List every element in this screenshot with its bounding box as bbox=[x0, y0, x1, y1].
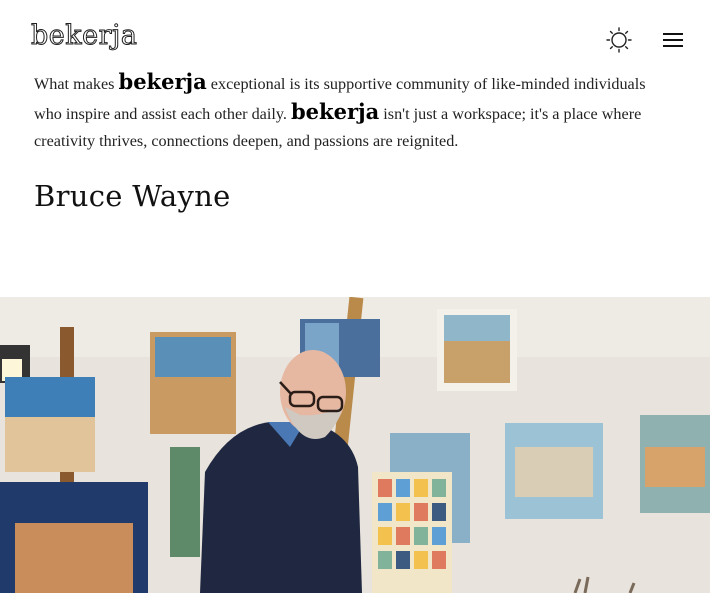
studio-photo-illustration bbox=[0, 297, 710, 593]
menu-bar-bottom bbox=[663, 45, 683, 47]
brand-name-inline: bekerja bbox=[290, 99, 380, 124]
brand-name-inline: bekerja bbox=[118, 69, 207, 94]
hamburger-menu-icon[interactable] bbox=[661, 30, 685, 50]
quote-text-part-1: What makes bbox=[34, 75, 119, 93]
testimonial-quote: What makes bekerja exceptional is its su… bbox=[34, 68, 674, 155]
testimonial-author: Bruce Wayne bbox=[34, 179, 231, 213]
artist-studio-photo bbox=[0, 297, 710, 593]
menu-bar-middle bbox=[663, 39, 683, 41]
menu-bar-top bbox=[663, 33, 683, 35]
theme-toggle-button[interactable] bbox=[604, 26, 634, 54]
sun-icon bbox=[606, 27, 632, 53]
site-logo[interactable]: bekerja bbox=[30, 20, 137, 52]
testimonial-section: What makes bekerja exceptional is its su… bbox=[34, 68, 674, 213]
